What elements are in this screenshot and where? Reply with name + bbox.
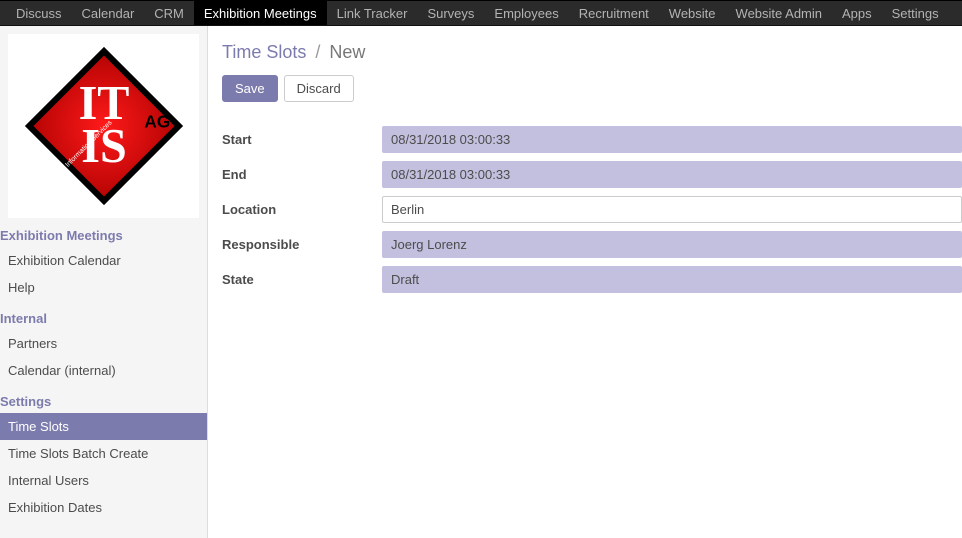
action-buttons: Save Discard [222, 75, 962, 102]
input-state[interactable] [382, 266, 962, 293]
sidebar: IT IS AG Information Technologies Inform… [0, 26, 208, 538]
label-state: State [222, 272, 382, 287]
sidebar-item-exhibition-dates[interactable]: Exhibition Dates [0, 494, 207, 521]
nav-website[interactable]: Website [659, 1, 726, 25]
sidebar-section-exhibition-meetings: Exhibition Meetings [0, 218, 207, 247]
main-content: Time Slots / New Save Discard Start End … [208, 26, 962, 538]
input-end[interactable] [382, 161, 962, 188]
nav-surveys[interactable]: Surveys [417, 1, 484, 25]
sidebar-item-calendar-internal[interactable]: Calendar (internal) [0, 357, 207, 384]
nav-settings[interactable]: Settings [882, 1, 949, 25]
logo-icon: IT IS AG Information Technologies Inform… [18, 40, 190, 212]
breadcrumb-separator: / [311, 42, 324, 62]
sidebar-section-internal: Internal [0, 301, 207, 330]
breadcrumb-current: New [329, 42, 365, 62]
input-start[interactable] [382, 126, 962, 153]
label-location: Location [222, 202, 382, 217]
label-start: Start [222, 132, 382, 147]
label-responsible: Responsible [222, 237, 382, 252]
discard-button[interactable]: Discard [284, 75, 354, 102]
sidebar-item-exhibition-calendar[interactable]: Exhibition Calendar [0, 247, 207, 274]
nav-exhibition-meetings[interactable]: Exhibition Meetings [194, 1, 327, 25]
nav-calendar[interactable]: Calendar [72, 1, 145, 25]
sidebar-item-time-slots-batch-create[interactable]: Time Slots Batch Create [0, 440, 207, 467]
nav-recruitment[interactable]: Recruitment [569, 1, 659, 25]
sidebar-item-time-slots[interactable]: Time Slots [0, 413, 207, 440]
label-end: End [222, 167, 382, 182]
sidebar-section-settings: Settings [0, 384, 207, 413]
sidebar-item-partners[interactable]: Partners [0, 330, 207, 357]
nav-apps[interactable]: Apps [832, 1, 882, 25]
svg-text:AG: AG [144, 112, 170, 132]
breadcrumb: Time Slots / New [222, 42, 962, 75]
top-nav: Discuss Calendar CRM Exhibition Meetings… [0, 0, 962, 26]
nav-link-tracker[interactable]: Link Tracker [327, 1, 418, 25]
nav-discuss[interactable]: Discuss [6, 1, 72, 25]
nav-crm[interactable]: CRM [144, 1, 194, 25]
nav-website-admin[interactable]: Website Admin [726, 1, 832, 25]
nav-employees[interactable]: Employees [484, 1, 568, 25]
breadcrumb-parent[interactable]: Time Slots [222, 42, 306, 62]
sidebar-item-internal-users[interactable]: Internal Users [0, 467, 207, 494]
input-location[interactable] [382, 196, 962, 223]
logo: IT IS AG Information Technologies Inform… [8, 34, 199, 218]
sidebar-item-help[interactable]: Help [0, 274, 207, 301]
input-responsible[interactable] [382, 231, 962, 258]
form: Start End Location Responsible State [222, 126, 962, 293]
save-button[interactable]: Save [222, 75, 278, 102]
